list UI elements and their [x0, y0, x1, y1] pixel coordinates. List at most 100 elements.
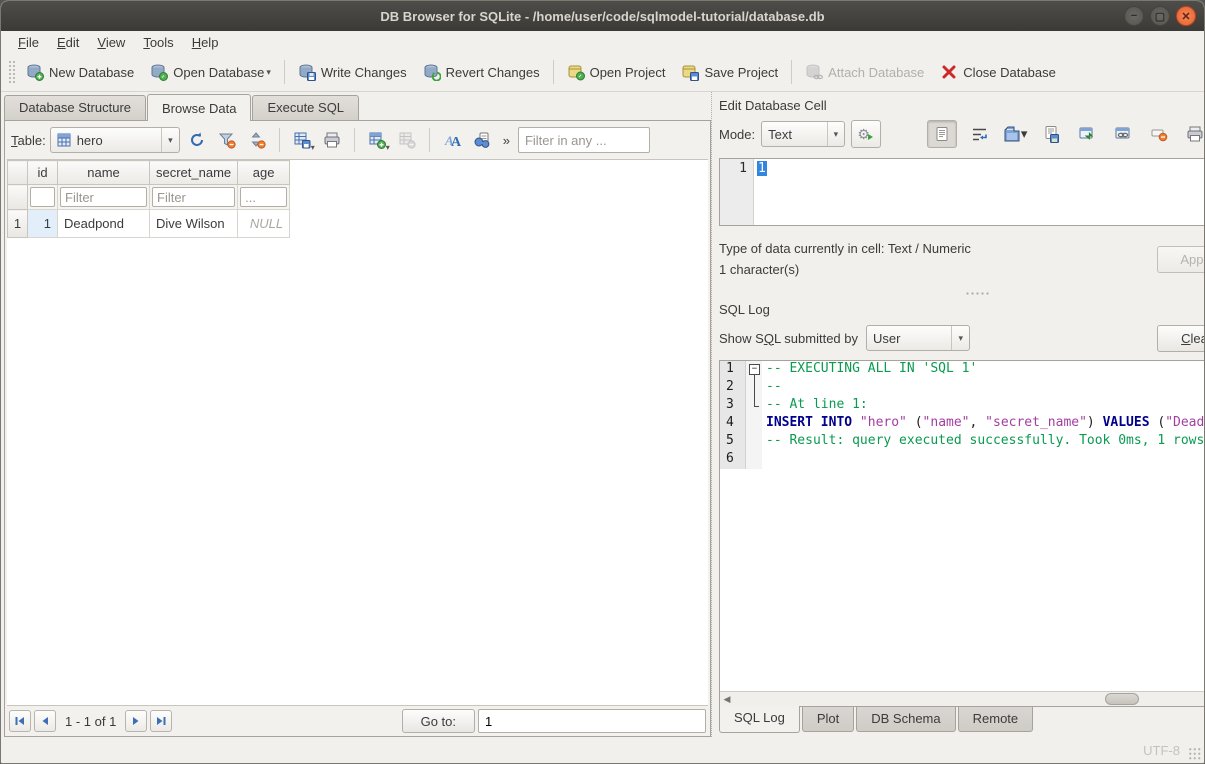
- filter-input-id[interactable]: [30, 187, 55, 207]
- grid-corner-header[interactable]: [8, 161, 28, 185]
- show-sql-label: Show SQL submitted by: [719, 331, 858, 346]
- log-line-number: 3: [720, 397, 746, 415]
- toolbar-separator: [791, 60, 792, 84]
- scrollbar-thumb[interactable]: [1105, 693, 1139, 705]
- cell-secret-name[interactable]: Dive Wilson: [150, 210, 238, 238]
- toolbar-overflow-icon[interactable]: »: [499, 133, 514, 148]
- toolbar-drag-handle[interactable]: [8, 60, 15, 84]
- table-select[interactable]: hero ▾: [50, 127, 180, 153]
- encoding-label[interactable]: UTF-8: [1143, 743, 1180, 758]
- title-bar: DB Browser for SQLite - /home/user/code/…: [1, 1, 1204, 31]
- cell-id[interactable]: 1: [28, 210, 58, 238]
- filter-input-age[interactable]: [240, 187, 287, 207]
- fold-marker-icon[interactable]: [746, 361, 762, 379]
- save-project-button[interactable]: Save Project: [673, 58, 786, 86]
- copy-link-button[interactable]: [1109, 121, 1137, 147]
- next-record-icon: [130, 715, 142, 727]
- column-header-name[interactable]: name: [58, 161, 150, 185]
- cell-age[interactable]: NULL: [238, 210, 290, 238]
- word-wrap-button[interactable]: [965, 121, 993, 147]
- print-cell-button[interactable]: [1181, 121, 1205, 147]
- close-database-button[interactable]: Close Database: [932, 58, 1064, 86]
- text-mode-button[interactable]: [927, 120, 957, 148]
- tab-browse-data[interactable]: Browse Data: [147, 94, 251, 121]
- export-cell-data-button[interactable]: [1037, 121, 1065, 147]
- minimize-icon[interactable]: −: [1124, 6, 1144, 26]
- format-toolbar-button[interactable]: AA: [439, 127, 465, 153]
- menu-tools[interactable]: Tools: [134, 33, 182, 52]
- main-tab-bar: Database Structure Browse Data Execute S…: [4, 94, 711, 120]
- submitted-by-select[interactable]: User ▾: [866, 325, 970, 351]
- menu-edit[interactable]: Edit: [48, 33, 88, 52]
- filter-any-column-input[interactable]: [518, 127, 650, 153]
- tab-db-schema[interactable]: DB Schema: [856, 707, 955, 732]
- save-file-icon: [1042, 125, 1060, 143]
- menu-file[interactable]: File: [9, 33, 48, 52]
- browse-data-pane: Database Structure Browse Data Execute S…: [1, 92, 711, 737]
- revert-changes-button[interactable]: Revert Changes: [415, 58, 548, 86]
- set-null-button[interactable]: [1145, 121, 1173, 147]
- dropdown-arrow-icon: ▾: [1021, 126, 1028, 142]
- first-record-button[interactable]: [9, 710, 31, 732]
- toolbar-separator: [284, 60, 285, 84]
- filter-input-secret-name[interactable]: [152, 187, 235, 207]
- insert-record-button[interactable]: ▾: [364, 127, 390, 153]
- window-title: DB Browser for SQLite - /home/user/code/…: [1, 9, 1204, 24]
- editor-line-number: 1: [720, 159, 754, 225]
- open-database-dropdown-icon[interactable]: ▾: [266, 67, 271, 81]
- table-row: 1 1 Deadpond Dive Wilson NULL: [8, 210, 290, 238]
- open-in-external-button[interactable]: [1073, 121, 1101, 147]
- sql-log-lines: 1-- EXECUTING ALL IN 'SQL 1'2--3-- At li…: [720, 361, 1205, 691]
- goto-button[interactable]: Go to:: [402, 709, 475, 733]
- sql-log-horizontal-scrollbar[interactable]: ◀ ▶: [720, 691, 1205, 706]
- close-icon[interactable]: ✕: [1176, 6, 1196, 26]
- log-line-number: 4: [720, 415, 746, 433]
- tab-plot[interactable]: Plot: [802, 707, 854, 732]
- row-header[interactable]: 1: [8, 210, 28, 238]
- export-table-button[interactable]: ▾: [289, 127, 315, 153]
- menu-view[interactable]: View: [88, 33, 134, 52]
- filter-input-name[interactable]: [60, 187, 147, 207]
- record-navigation-bar: 1 - 1 of 1 Go to:: [5, 706, 710, 736]
- last-record-button[interactable]: [150, 710, 172, 732]
- next-record-button[interactable]: [125, 710, 147, 732]
- sql-log-toolbar: Show SQL submitted by User ▾ Clear: [719, 320, 1205, 356]
- new-database-button[interactable]: New Database: [18, 58, 142, 86]
- tab-remote[interactable]: Remote: [958, 707, 1034, 732]
- open-file-icon: [1003, 125, 1021, 143]
- clear-log-button[interactable]: Clear: [1157, 325, 1205, 352]
- goto-input[interactable]: [478, 709, 706, 733]
- cell-value-editor[interactable]: 1 1: [719, 158, 1205, 226]
- column-header-age[interactable]: age: [238, 161, 290, 185]
- resize-grip[interactable]: [1188, 747, 1201, 760]
- clear-filters-button[interactable]: [214, 127, 240, 153]
- open-project-button[interactable]: Open Project: [559, 58, 674, 86]
- column-header-secret-name[interactable]: secret_name: [150, 161, 238, 185]
- previous-record-button[interactable]: [34, 710, 56, 732]
- cell-name[interactable]: Deadpond: [58, 210, 150, 238]
- cell-info-row: Type of data currently in cell: Text / N…: [719, 226, 1205, 288]
- scroll-left-icon[interactable]: ◀: [720, 694, 734, 705]
- auto-switch-mode-button[interactable]: ⚙: [851, 120, 881, 148]
- tab-execute-sql[interactable]: Execute SQL: [252, 95, 359, 120]
- column-header-id[interactable]: id: [28, 161, 58, 185]
- fold-column: [746, 451, 762, 469]
- sql-log-title: SQL Log: [719, 302, 1203, 317]
- dock-splitter[interactable]: [719, 288, 1205, 298]
- write-changes-button[interactable]: Write Changes: [290, 58, 415, 86]
- open-database-button[interactable]: Open Database ▾: [142, 58, 279, 86]
- tab-database-structure[interactable]: Database Structure: [4, 95, 146, 120]
- clear-sorting-button[interactable]: [244, 127, 270, 153]
- tab-sql-log[interactable]: SQL Log: [719, 706, 800, 733]
- maximize-icon[interactable]: ▢: [1150, 6, 1170, 26]
- print-table-button[interactable]: [319, 127, 345, 153]
- import-cell-data-button[interactable]: ▾: [1001, 121, 1029, 147]
- fold-column: [746, 397, 762, 415]
- svg-text:A: A: [451, 135, 461, 149]
- menu-help[interactable]: Help: [183, 33, 228, 52]
- sql-log-line: 3-- At line 1:: [720, 397, 1205, 415]
- dock-tab-bar: SQL Log Plot DB Schema Remote: [719, 707, 1205, 737]
- mode-select[interactable]: Text ▾: [761, 121, 845, 147]
- refresh-button[interactable]: [184, 127, 210, 153]
- find-button[interactable]: [469, 127, 495, 153]
